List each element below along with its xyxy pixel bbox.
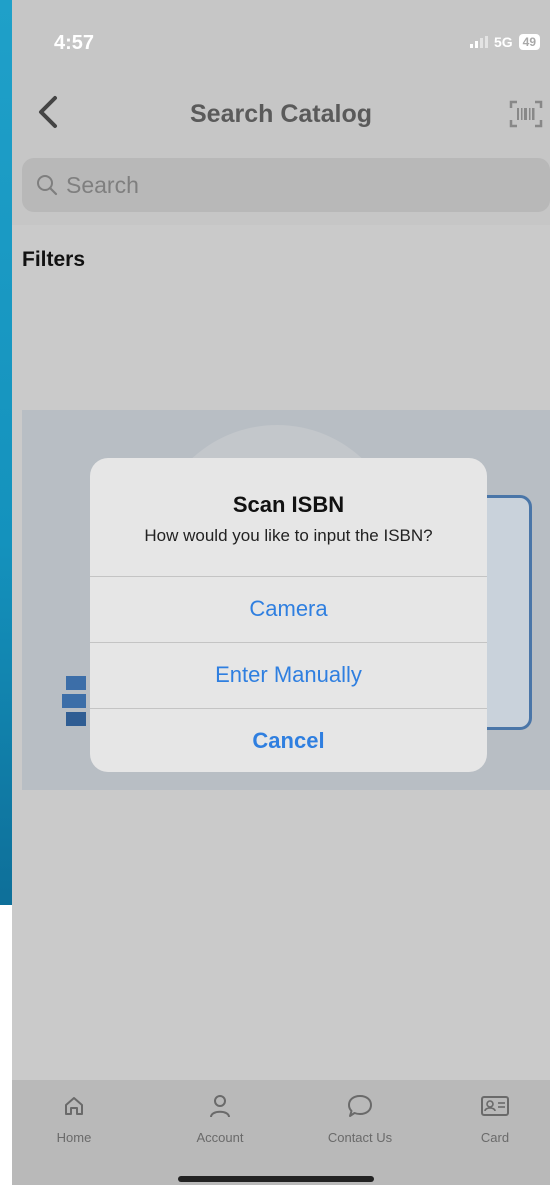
tab-contact-us-label: Contact Us [327,1130,393,1145]
tab-account-label: Account [196,1130,244,1145]
dialog-message: How would you like to input the ISBN? [144,526,433,545]
status-bar: 4:57 5G 49 [12,0,550,80]
search-area: Search [12,150,550,225]
background-app-edge [0,0,12,905]
tab-account[interactable]: Account [160,1090,280,1160]
background-app-edge-white [0,905,12,1185]
page-title: Search Catalog [189,100,372,128]
status-time: 4:57 [54,32,95,54]
books-illustration [62,676,86,726]
search-placeholder: Search [66,171,139,198]
network-label: 5G [493,34,513,50]
navigation-bar: Search Catalog [12,80,550,150]
tab-bar: Home Account Contact Us Card [12,1080,550,1185]
search-icon [37,175,58,196]
barcode-scan-button[interactable] [506,94,546,134]
home-indicator[interactable] [178,1176,374,1182]
battery-level: 49 [522,35,536,49]
signal-icon [469,36,488,48]
screen: 4:57 5G 49 Search Catalog Search Filters… [0,0,550,1185]
cancel-button[interactable]: Cancel [90,708,487,772]
tab-home[interactable]: Home [14,1090,134,1160]
scan-isbn-dialog: Scan ISBN How would you like to input th… [90,458,487,772]
dialog-title: Scan ISBN [232,492,345,517]
tab-card-label: Card [480,1130,510,1145]
filters-heading[interactable]: Filters [22,248,85,272]
battery-icon: 49 [518,34,540,50]
tab-card[interactable]: Card [435,1090,550,1160]
user-icon [204,1090,236,1122]
tab-contact-us[interactable]: Contact Us [300,1090,420,1160]
barcode-scan-icon [509,100,543,128]
library-card-icon [479,1090,511,1122]
status-indicators: 5G 49 [469,34,540,50]
tab-home-label: Home [56,1130,92,1145]
search-input[interactable]: Search [22,158,550,212]
enter-manually-button[interactable]: Enter Manually [90,642,487,707]
home-icon [58,1090,90,1122]
camera-button[interactable]: Camera [90,576,487,641]
chat-bubble-icon [344,1090,376,1122]
